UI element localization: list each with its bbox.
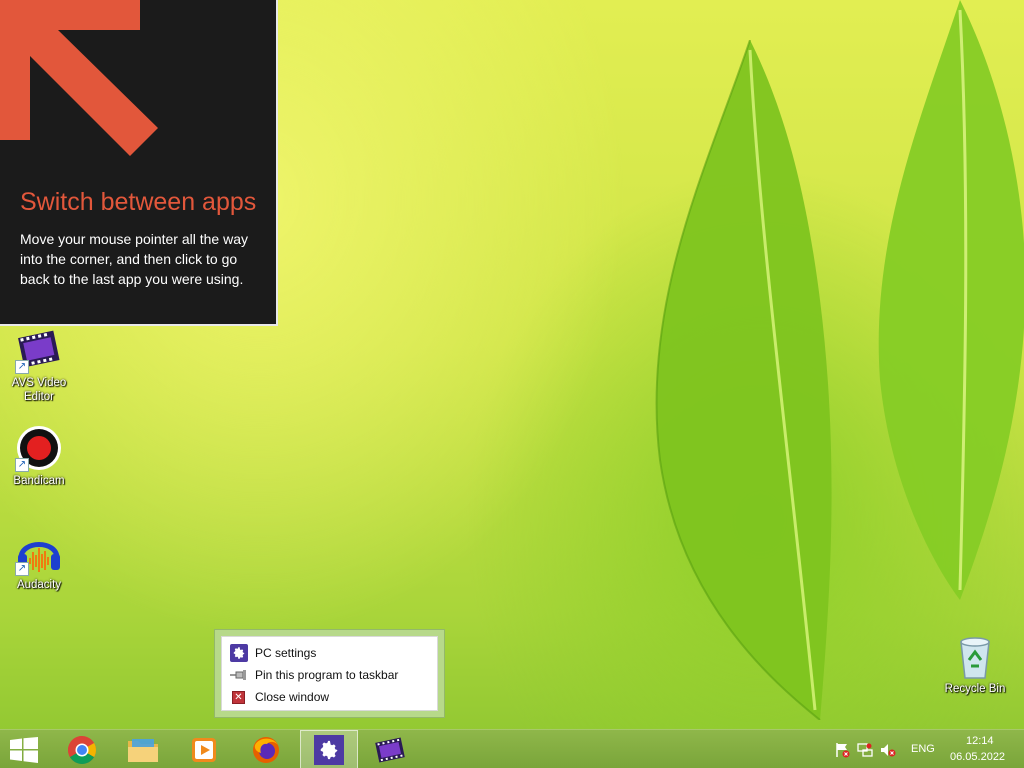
taskbar-app-firefox[interactable] [238, 730, 294, 768]
media-player-icon [192, 737, 216, 762]
taskbar-app-pc-settings[interactable] [300, 730, 358, 768]
jump-list-item-close-window[interactable]: ✕ Close window [230, 686, 437, 708]
desktop-icon-label: AVS Video Editor [11, 377, 67, 403]
taskbar-app-avs-video-editor[interactable] [362, 730, 418, 768]
pin-icon [230, 666, 248, 684]
desktop-icon-label: Bandicam [13, 475, 65, 487]
desktop-icon-avs-video-editor[interactable]: ↗ AVS Video Editor [1, 326, 77, 404]
clock-time[interactable]: 12:14 [966, 735, 994, 747]
shortcut-arrow-icon: ↗ [15, 458, 29, 472]
shortcut-arrow-icon: ↗ [15, 360, 29, 374]
jump-list-menu: PC settings Pin this program to taskbar … [221, 636, 438, 711]
gear-icon [230, 644, 248, 662]
chrome-icon [68, 735, 96, 764]
close-icon: ✕ [232, 690, 245, 704]
desktop-icon-bandicam[interactable]: ↗ Bandicam [1, 424, 77, 488]
desktop-icon-label: Audacity [16, 579, 62, 591]
wallpaper-leaf [878, 0, 1024, 600]
taskbar-app-chrome[interactable] [54, 730, 110, 768]
windows-logo-icon [10, 736, 38, 763]
record-icon: ↗ [15, 424, 63, 472]
arrow-up-left-icon [0, 0, 158, 156]
film-icon [375, 737, 405, 762]
network-icon[interactable] [856, 741, 874, 759]
film-icon: ↗ [15, 326, 63, 374]
taskbar: ENG 12:14 06.05.2022 [0, 729, 1024, 768]
jump-list-item-label: Close window [255, 690, 330, 704]
start-button[interactable] [0, 730, 48, 768]
gear-icon [314, 734, 344, 765]
jump-list-item-label: Pin this program to taskbar [255, 668, 399, 682]
wallpaper-leaf [655, 40, 832, 720]
jump-list-item-pc-settings[interactable]: PC settings [230, 642, 437, 664]
firefox-icon [253, 736, 279, 763]
taskbar-app-media-player[interactable] [176, 730, 232, 768]
tip-body: Move your mouse pointer all the way into… [20, 231, 248, 287]
tip-title: Switch between apps [20, 188, 257, 216]
desktop-icon-recycle-bin[interactable]: Recycle Bin [937, 632, 1013, 696]
shortcut-arrow-icon: ↗ [15, 562, 29, 576]
volume-muted-icon[interactable] [879, 741, 897, 759]
action-center-flag-icon[interactable] [833, 741, 851, 759]
jump-list-item-pin[interactable]: Pin this program to taskbar [230, 664, 437, 686]
recycle-bin-icon [951, 632, 999, 680]
desktop-icon-audacity[interactable]: ↗ Audacity [1, 528, 77, 592]
clock-date[interactable]: 06.05.2022 [950, 751, 1005, 763]
folder-icon [128, 738, 158, 762]
taskbar-app-file-explorer[interactable] [115, 730, 171, 768]
desktop-icon-label: Recycle Bin [944, 683, 1006, 695]
headphones-icon: ↗ [15, 528, 63, 576]
switch-apps-tip: Switch between apps Move your mouse poin… [0, 0, 278, 326]
input-language-indicator[interactable]: ENG [911, 743, 935, 755]
jump-list-item-label: PC settings [255, 646, 317, 660]
taskbar-jump-list: PC settings Pin this program to taskbar … [214, 629, 445, 718]
